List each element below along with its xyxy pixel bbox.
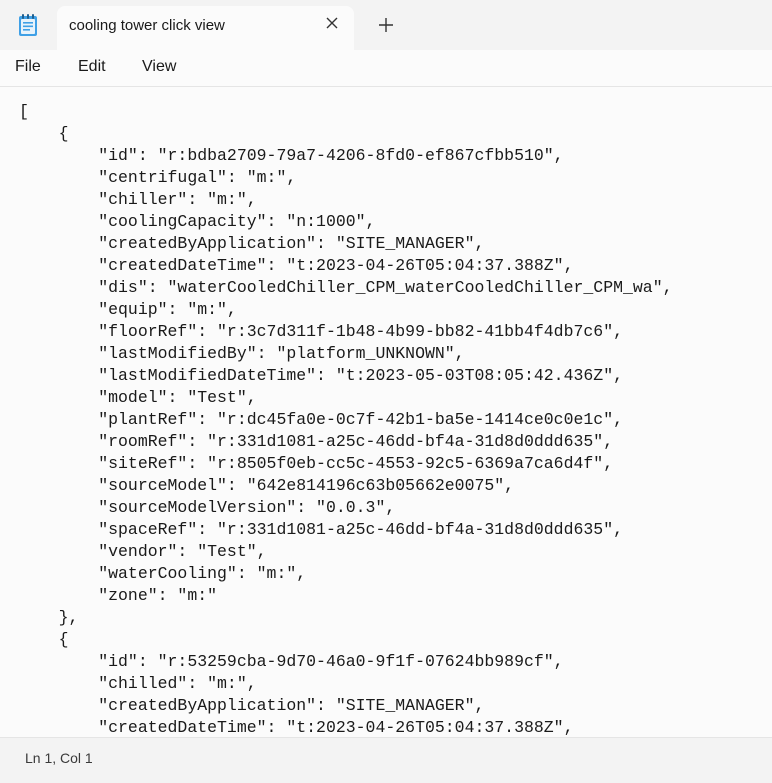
tab-title: cooling tower click view xyxy=(69,17,225,34)
menu-edit[interactable]: Edit xyxy=(78,58,106,76)
cursor-position: Ln 1, Col 1 xyxy=(25,750,93,766)
title-bar: cooling tower click view xyxy=(0,0,772,50)
menu-file[interactable]: File xyxy=(15,58,41,76)
status-bar: Ln 1, Col 1 xyxy=(0,737,772,783)
close-icon[interactable] xyxy=(324,15,340,31)
editor-content[interactable]: [ { "id": "r:bdba2709-79a7-4206-8fd0-ef8… xyxy=(19,101,673,737)
tab-document[interactable]: cooling tower click view xyxy=(57,6,354,50)
menu-bar: File Edit View xyxy=(0,50,772,86)
menu-view[interactable]: View xyxy=(142,58,176,76)
plus-icon[interactable] xyxy=(376,15,396,35)
text-editor[interactable]: [ { "id": "r:bdba2709-79a7-4206-8fd0-ef8… xyxy=(0,87,772,737)
notepad-icon xyxy=(17,13,39,37)
